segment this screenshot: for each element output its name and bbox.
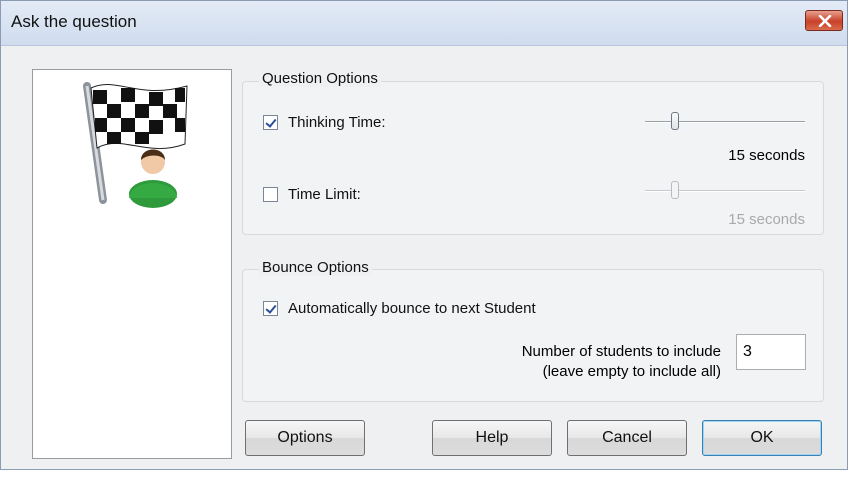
image-panel — [32, 69, 232, 459]
window-title: Ask the question — [11, 12, 137, 31]
question-options-label: Question Options — [259, 70, 381, 87]
auto-bounce-label: Automatically bounce to next Student — [288, 300, 536, 317]
bounce-options-label: Bounce Options — [259, 259, 372, 276]
slider-thumb[interactable] — [671, 112, 679, 130]
thinking-time-checkbox[interactable] — [263, 115, 278, 130]
students-to-include-label: Number of students to include (leave emp… — [521, 343, 721, 380]
thinking-time-slider[interactable] — [645, 110, 805, 134]
ok-button[interactable]: OK — [702, 420, 822, 456]
time-limit-value: 15 seconds — [728, 211, 805, 228]
time-limit-label: Time Limit: — [288, 186, 361, 203]
students-count-input[interactable] — [736, 334, 806, 370]
dialog-window: Ask the question Question Options Thinki… — [0, 0, 848, 470]
title-bar[interactable]: Ask the question — [1, 1, 847, 46]
slider-thumb[interactable] — [671, 181, 679, 199]
checkered-flag-student-icon — [83, 82, 188, 208]
time-limit-checkbox[interactable] — [263, 187, 278, 202]
close-icon — [818, 15, 832, 27]
auto-bounce-checkbox[interactable] — [263, 301, 278, 316]
thinking-time-label: Thinking Time: — [288, 114, 386, 131]
help-button[interactable]: Help — [432, 420, 552, 456]
thinking-time-value: 15 seconds — [728, 147, 805, 164]
cancel-button[interactable]: Cancel — [567, 420, 687, 456]
close-button[interactable] — [805, 10, 843, 31]
time-limit-slider[interactable] — [645, 179, 805, 203]
options-button[interactable]: Options — [245, 420, 365, 456]
